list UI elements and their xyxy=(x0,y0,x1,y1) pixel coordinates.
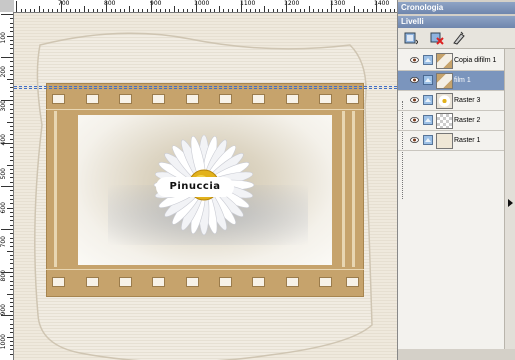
layer-thumbnail xyxy=(436,113,453,129)
new-layer-icon[interactable] xyxy=(404,31,418,45)
film-sprocket-hole xyxy=(346,94,359,104)
film-sprocket-hole xyxy=(152,94,165,104)
layers-list: Copia difilm 1 film 1 Raster 3 Raster 2 Rast… xyxy=(398,49,504,349)
film-sprocket-hole xyxy=(252,277,265,287)
layer-name: film 1 xyxy=(454,77,471,84)
eye-icon[interactable] xyxy=(410,96,419,104)
film-sprocket-hole xyxy=(319,277,332,287)
film-sprocket-hole xyxy=(286,277,299,287)
layer-raster-icon xyxy=(423,75,433,85)
canvas-area: 700 800 900 1000 1100 1200 1300 1400 100… xyxy=(0,0,397,360)
ruler-label: 200 xyxy=(0,66,7,78)
ruler-label: 1300 xyxy=(330,0,346,7)
ruler-label: 500 xyxy=(0,168,7,180)
ruler-label: 900 xyxy=(0,304,7,316)
film-sprocket-hole xyxy=(286,94,299,104)
ruler-label: 700 xyxy=(58,0,70,7)
daisy-photo: Pinuccia xyxy=(78,115,332,265)
layers-toolbar xyxy=(398,28,515,49)
ruler-label: 700 xyxy=(0,236,7,248)
layer-raster-icon xyxy=(423,115,433,125)
layers-palette: Cronologia Livelli Copia difilm 1 film 1 R… xyxy=(397,0,515,360)
film-sprocket-hole xyxy=(52,277,65,287)
layer-row[interactable]: Raster 2 xyxy=(398,111,504,131)
film-sprocket-hole xyxy=(119,94,132,104)
ruler-label: 100 xyxy=(0,32,7,44)
ruler-label: 300 xyxy=(0,100,7,112)
film-sprocket-hole xyxy=(186,277,199,287)
layer-raster-icon xyxy=(423,55,433,65)
film-sprocket-hole xyxy=(86,94,99,104)
ruler-label: 1100 xyxy=(240,0,256,7)
layer-thumbnail xyxy=(436,133,453,149)
film-side-bar xyxy=(54,111,57,267)
collapse-panel-icon[interactable] xyxy=(507,198,514,208)
photo-name-label: Pinuccia xyxy=(156,177,234,197)
film-sprocket-hole xyxy=(119,277,132,287)
film-side-bar xyxy=(342,111,345,267)
image-canvas[interactable]: Pinuccia xyxy=(14,13,397,360)
layer-row[interactable]: Raster 1 xyxy=(398,131,504,151)
guide-line[interactable] xyxy=(14,88,397,89)
eye-icon[interactable] xyxy=(410,136,419,144)
layer-thumbnail xyxy=(436,93,453,109)
eye-icon[interactable] xyxy=(410,56,419,64)
layer-name: Raster 3 xyxy=(454,97,481,104)
layer-thumbnail xyxy=(436,73,453,89)
layer-row[interactable]: Raster 3 xyxy=(398,91,504,111)
eye-icon[interactable] xyxy=(410,76,419,84)
eye-icon[interactable] xyxy=(410,116,419,124)
horizontal-ruler[interactable]: 700 800 900 1000 1100 1200 1300 1400 xyxy=(14,0,397,13)
film-sprocket-hole xyxy=(252,94,265,104)
layer-raster-icon xyxy=(423,95,433,105)
layer-name: Raster 1 xyxy=(454,137,481,144)
vertical-ruler[interactable]: 100 200 300 400 500 600 700 800 900 1000 xyxy=(0,12,14,360)
layer-row[interactable]: Copia difilm 1 xyxy=(398,51,504,71)
history-panel-header[interactable]: Cronologia xyxy=(398,2,515,14)
film-sprocket-hole xyxy=(219,277,232,287)
layer-name: Raster 2 xyxy=(454,117,481,124)
layer-thumbnail xyxy=(436,53,453,69)
film-sprocket-hole xyxy=(219,94,232,104)
filmstrip-frame: Pinuccia xyxy=(46,83,364,297)
film-sprocket-hole xyxy=(52,94,65,104)
film-sprocket-hole xyxy=(86,277,99,287)
film-side-bar xyxy=(352,111,355,267)
film-sprocket-hole xyxy=(346,277,359,287)
guide-line[interactable] xyxy=(14,86,397,87)
film-sprocket-hole xyxy=(319,94,332,104)
layer-name: Copia difilm 1 xyxy=(454,57,497,64)
film-sprocket-hole xyxy=(186,94,199,104)
layers-panel-header[interactable]: Livelli xyxy=(398,16,515,28)
layer-raster-icon xyxy=(423,135,433,145)
film-sprocket-hole xyxy=(152,277,165,287)
layer-row[interactable]: film 1 xyxy=(398,71,504,91)
mask-icon[interactable] xyxy=(452,31,466,45)
delete-layer-icon[interactable] xyxy=(430,31,444,45)
